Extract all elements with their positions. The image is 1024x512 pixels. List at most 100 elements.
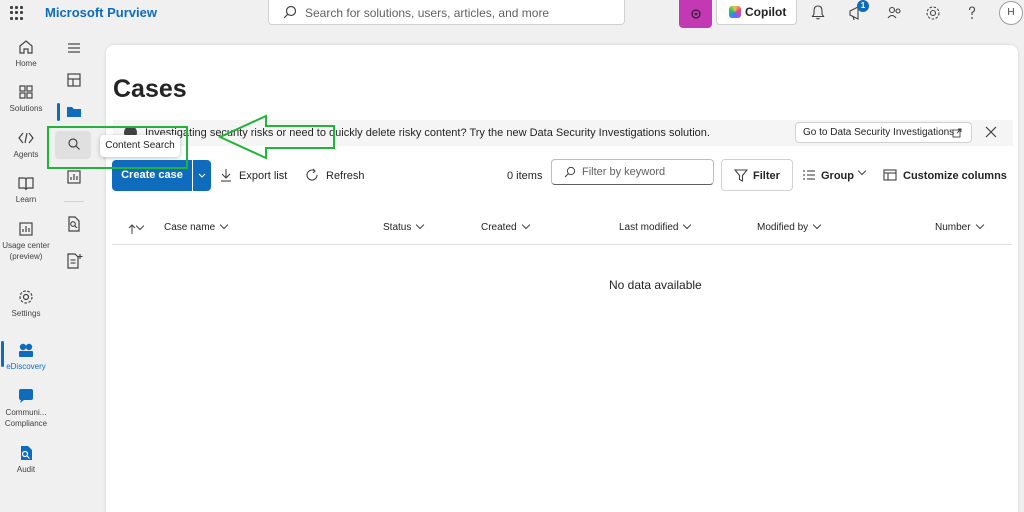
filter-placeholder: Filter by keyword xyxy=(582,166,666,178)
filter-button[interactable]: Filter xyxy=(721,159,793,191)
banner-link-label: Go to Data Security Investigations xyxy=(803,127,955,138)
download-icon xyxy=(221,169,231,182)
cases-folder-icon[interactable] xyxy=(64,102,84,122)
rail-label: Home xyxy=(15,59,37,68)
gear-icon[interactable] xyxy=(923,3,943,23)
search-icon xyxy=(564,166,576,178)
document-search-icon[interactable] xyxy=(64,214,84,234)
table-settings-icon xyxy=(883,169,897,181)
column-label: Created xyxy=(481,222,517,233)
rail-label: Communi... Compliance xyxy=(4,408,48,428)
rail-label: Agents xyxy=(13,150,39,159)
overview-icon[interactable] xyxy=(64,70,84,90)
funnel-icon xyxy=(734,169,748,182)
column-label: Last modified xyxy=(619,222,679,233)
chevron-down-icon xyxy=(812,220,822,230)
rail-label: Solutions xyxy=(9,104,43,113)
group-label: Group xyxy=(821,170,854,182)
refresh-button[interactable]: Refresh xyxy=(305,168,369,184)
chevron-down-icon xyxy=(198,173,206,178)
chevron-down-icon xyxy=(521,220,530,230)
group-button[interactable]: Group xyxy=(802,166,874,184)
global-search-input[interactable]: Search for solutions, users, articles, a… xyxy=(268,0,625,25)
notification-badge: 1 xyxy=(857,0,869,12)
purview-agent-button[interactable] xyxy=(679,0,712,28)
chevron-down-icon xyxy=(416,220,425,230)
table-header: Case name Status Created Last modified M… xyxy=(112,215,1012,245)
rail-label: Settings xyxy=(11,309,41,318)
rail-item-audit[interactable]: Audit xyxy=(0,444,52,475)
app-launcher-icon[interactable] xyxy=(10,6,24,20)
document-add-icon[interactable] xyxy=(64,251,84,271)
create-case-dropdown[interactable] xyxy=(193,160,211,191)
copilot-label: Copilot xyxy=(745,5,787,19)
column-header-modified-by[interactable]: Modified by xyxy=(757,220,822,233)
rail-item-solutions[interactable]: Solutions xyxy=(0,83,52,114)
chevron-down-icon xyxy=(219,220,229,230)
usage-center-icon xyxy=(19,222,33,236)
export-list-button[interactable]: Export list xyxy=(219,168,294,184)
close-icon[interactable] xyxy=(984,125,998,139)
page-title: Cases xyxy=(113,75,187,103)
app-title[interactable]: Microsoft Purview xyxy=(45,5,157,20)
column-label: Modified by xyxy=(757,222,809,233)
rail-label: Learn xyxy=(15,195,37,204)
chevron-down-icon xyxy=(683,220,692,230)
column-header-created[interactable]: Created xyxy=(481,220,530,233)
solutions-icon xyxy=(19,85,33,99)
filter-keyword-input[interactable]: Filter by keyword xyxy=(551,159,714,185)
items-count: 0 items xyxy=(507,170,543,182)
hamburger-icon[interactable] xyxy=(64,38,84,58)
communication-compliance-icon xyxy=(19,389,33,403)
people-icon[interactable] xyxy=(885,3,905,23)
rail-item-communication-compliance[interactable]: Communi... Compliance xyxy=(0,387,52,429)
copilot-icon xyxy=(729,6,741,18)
rail-label: Usage center (preview) xyxy=(2,241,50,261)
rail-item-usage-center[interactable]: Usage center (preview) xyxy=(0,220,52,262)
audit-icon xyxy=(21,446,32,460)
copilot-button[interactable]: Copilot xyxy=(716,0,797,25)
export-list-label: Export list xyxy=(239,170,288,182)
rail-item-learn[interactable]: Learn xyxy=(0,174,52,205)
avatar[interactable]: H xyxy=(999,1,1023,25)
customize-columns-button[interactable]: Customize columns xyxy=(883,168,1007,184)
bell-icon[interactable] xyxy=(808,3,828,23)
help-icon[interactable] xyxy=(962,3,982,23)
rail-label: eDiscovery xyxy=(6,362,46,371)
secondary-nav xyxy=(56,28,92,512)
reports-icon[interactable] xyxy=(64,167,84,187)
column-label: Status xyxy=(383,222,412,233)
top-bar: Microsoft Purview Search for solutions, … xyxy=(0,0,1024,28)
left-rail: Home Solutions Agents Learn Usage center… xyxy=(0,28,52,512)
annotation-highlight-box xyxy=(47,126,188,169)
home-icon xyxy=(19,40,33,54)
rail-item-settings[interactable]: Settings xyxy=(0,288,52,319)
column-label: Case name xyxy=(164,222,216,233)
customize-columns-label: Customize columns xyxy=(903,170,1007,182)
column-header-status[interactable]: Status xyxy=(383,220,425,233)
refresh-icon xyxy=(306,168,318,181)
filter-label: Filter xyxy=(753,170,780,182)
ediscovery-icon xyxy=(19,343,33,357)
agents-icon xyxy=(18,132,34,144)
annotation-arrow-icon xyxy=(218,114,335,160)
column-label: Number xyxy=(935,222,971,233)
group-list-icon xyxy=(803,170,815,180)
chevron-down-icon xyxy=(857,166,867,176)
chevron-down-icon[interactable] xyxy=(135,221,145,231)
rail-item-ediscovery[interactable]: eDiscovery xyxy=(0,341,52,372)
column-header-number[interactable]: Number xyxy=(935,220,984,233)
search-icon xyxy=(283,5,297,19)
column-header-last-modified[interactable]: Last modified xyxy=(619,220,692,233)
gear-icon xyxy=(19,290,33,304)
search-placeholder: Search for solutions, users, articles, a… xyxy=(305,6,550,20)
rail-item-home[interactable]: Home xyxy=(0,38,52,69)
rail-item-agents[interactable]: Agents xyxy=(0,129,52,160)
column-header-case-name[interactable]: Case name xyxy=(164,220,229,233)
agent-icon xyxy=(691,9,701,19)
go-to-dsi-button[interactable]: Go to Data Security Investigations xyxy=(795,122,972,143)
learn-icon xyxy=(18,177,34,191)
empty-state-text: No data available xyxy=(609,278,702,292)
rail-label: Audit xyxy=(16,465,36,474)
external-link-icon xyxy=(952,128,962,138)
